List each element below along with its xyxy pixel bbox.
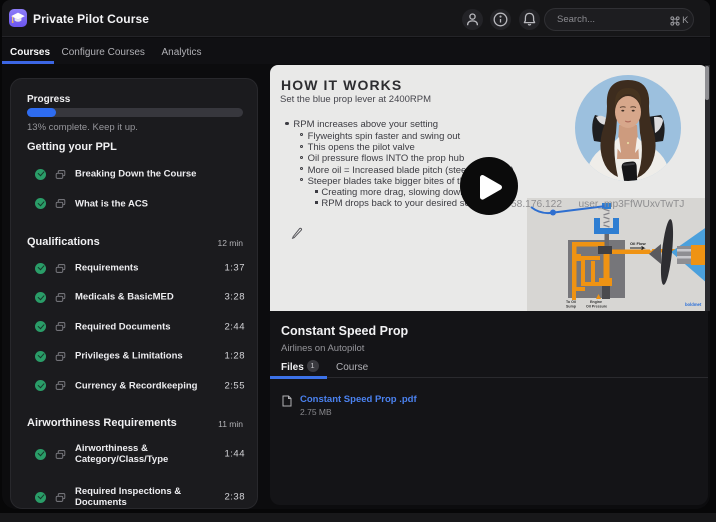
svg-text:boldmet: boldmet [685,302,702,307]
svg-text:To Oil: To Oil [566,300,576,304]
svg-text:Sump: Sump [566,305,577,309]
svg-text:Engine: Engine [590,300,602,304]
svg-text:Oil Flow: Oil Flow [630,241,646,246]
svg-text:Oil Pressure: Oil Pressure [586,305,607,309]
